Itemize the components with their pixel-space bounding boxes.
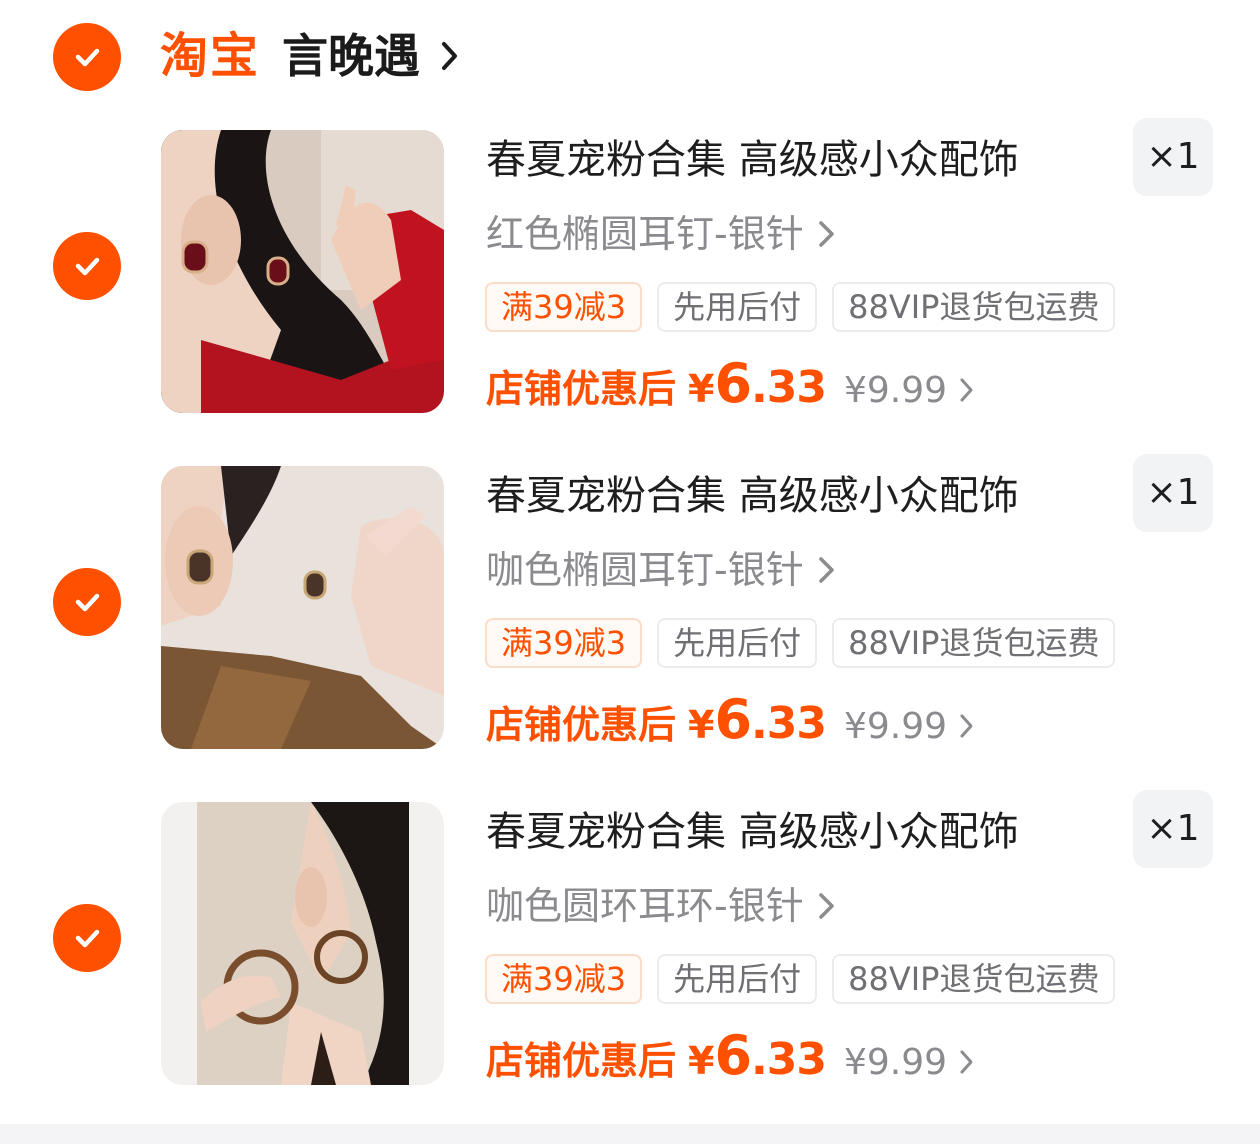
chevron-right-icon [818,893,834,919]
service-tag: 88VIP退货包运费 [832,954,1116,1004]
bottom-divider [0,1124,1260,1144]
product-title[interactable]: 春夏宠粉合集 高级感小众配饰 [486,134,1019,186]
price-integer: 6 [714,1024,752,1087]
currency-symbol: ¥ [688,703,715,747]
sku-label: 咖色圆环耳环-银针 [486,884,804,928]
cart-item: 春夏宠粉合集 高级感小众配饰 ×1 咖色圆环耳环-银针 满39减3 先用后付 8… [0,786,1260,1087]
checkmark-icon [75,257,100,276]
cart-item: 春夏宠粉合集 高级感小众配饰 ×1 红色椭圆耳钉-银针 满39减3 先用后付 8… [0,114,1260,415]
red-oval-earring-photo-icon [161,130,444,413]
item-select-checkbox[interactable] [53,232,121,300]
product-image[interactable] [161,802,444,1085]
sku-selector[interactable]: 咖色圆环耳环-银针 [486,880,836,932]
checkmark-icon [75,48,100,67]
brown-hoop-earring-photo-icon [161,802,444,1085]
shop-select-checkbox[interactable] [53,23,121,91]
cart-item: 春夏宠粉合集 高级感小众配饰 ×1 咖色椭圆耳钉-银针 满39减3 先用后付 8… [0,450,1260,751]
item-select-checkbox[interactable] [53,568,121,636]
promo-tag: 满39减3 [485,954,643,1004]
product-image[interactable] [161,130,444,413]
product-title[interactable]: 春夏宠粉合集 高级感小众配饰 [486,470,1019,522]
service-tag: 88VIP退货包运费 [832,618,1116,668]
service-tag: 先用后付 [657,618,818,668]
currency-symbol: ¥ [688,367,715,411]
product-title[interactable]: 春夏宠粉合集 高级感小众配饰 [486,806,1019,858]
sku-label: 红色椭圆耳钉-银针 [486,212,804,256]
item-select-checkbox[interactable] [53,904,121,972]
brown-oval-earring-photo-icon [161,466,444,749]
chevron-right-icon [960,1050,973,1074]
quantity-button[interactable]: ×1 [1133,454,1213,532]
original-price: ¥9.99 [844,1042,948,1083]
service-tag: 先用后付 [657,954,818,1004]
price-label: 店铺优惠后 [486,1039,677,1083]
tag-list: 满39减3 先用后付 88VIP退货包运费 [485,618,1116,668]
shop-header: 淘宝 言晚遇 [0,0,1260,112]
chevron-right-icon [960,378,973,402]
quantity-button[interactable]: ×1 [1133,118,1213,196]
checkmark-icon [75,593,100,612]
price-integer: 6 [714,352,752,415]
chevron-right-icon [960,714,973,738]
price-row[interactable]: 店铺优惠后 ¥ 6 .33 ¥9.99 [486,688,975,758]
price-label: 店铺优惠后 [486,367,677,411]
service-tag: 88VIP退货包运费 [832,282,1116,332]
sku-label: 咖色椭圆耳钉-银针 [486,548,804,592]
sku-selector[interactable]: 咖色椭圆耳钉-银针 [486,544,836,596]
product-image[interactable] [161,466,444,749]
price-row[interactable]: 店铺优惠后 ¥ 6 .33 ¥9.99 [486,1024,975,1094]
chevron-right-icon [818,557,834,583]
currency-symbol: ¥ [688,1039,715,1083]
price-row[interactable]: 店铺优惠后 ¥ 6 .33 ¥9.99 [486,352,975,422]
chevron-right-icon[interactable] [440,40,460,72]
price-decimal: .33 [751,698,827,749]
price-integer: 6 [714,688,752,751]
taobao-logo: 淘宝 [160,28,261,84]
promo-tag: 满39减3 [485,282,643,332]
promo-tag: 满39减3 [485,618,643,668]
sku-selector[interactable]: 红色椭圆耳钉-银针 [486,208,836,260]
service-tag: 先用后付 [657,282,818,332]
tag-list: 满39减3 先用后付 88VIP退货包运费 [485,954,1116,1004]
price-label: 店铺优惠后 [486,703,677,747]
quantity-button[interactable]: ×1 [1133,790,1213,868]
shop-name-link[interactable]: 言晚遇 [282,22,420,90]
chevron-right-icon [818,221,834,247]
original-price: ¥9.99 [844,706,948,747]
checkmark-icon [75,929,100,948]
price-decimal: .33 [751,362,827,413]
original-price: ¥9.99 [844,370,948,411]
tag-list: 满39减3 先用后付 88VIP退货包运费 [485,282,1116,332]
price-decimal: .33 [751,1034,827,1085]
